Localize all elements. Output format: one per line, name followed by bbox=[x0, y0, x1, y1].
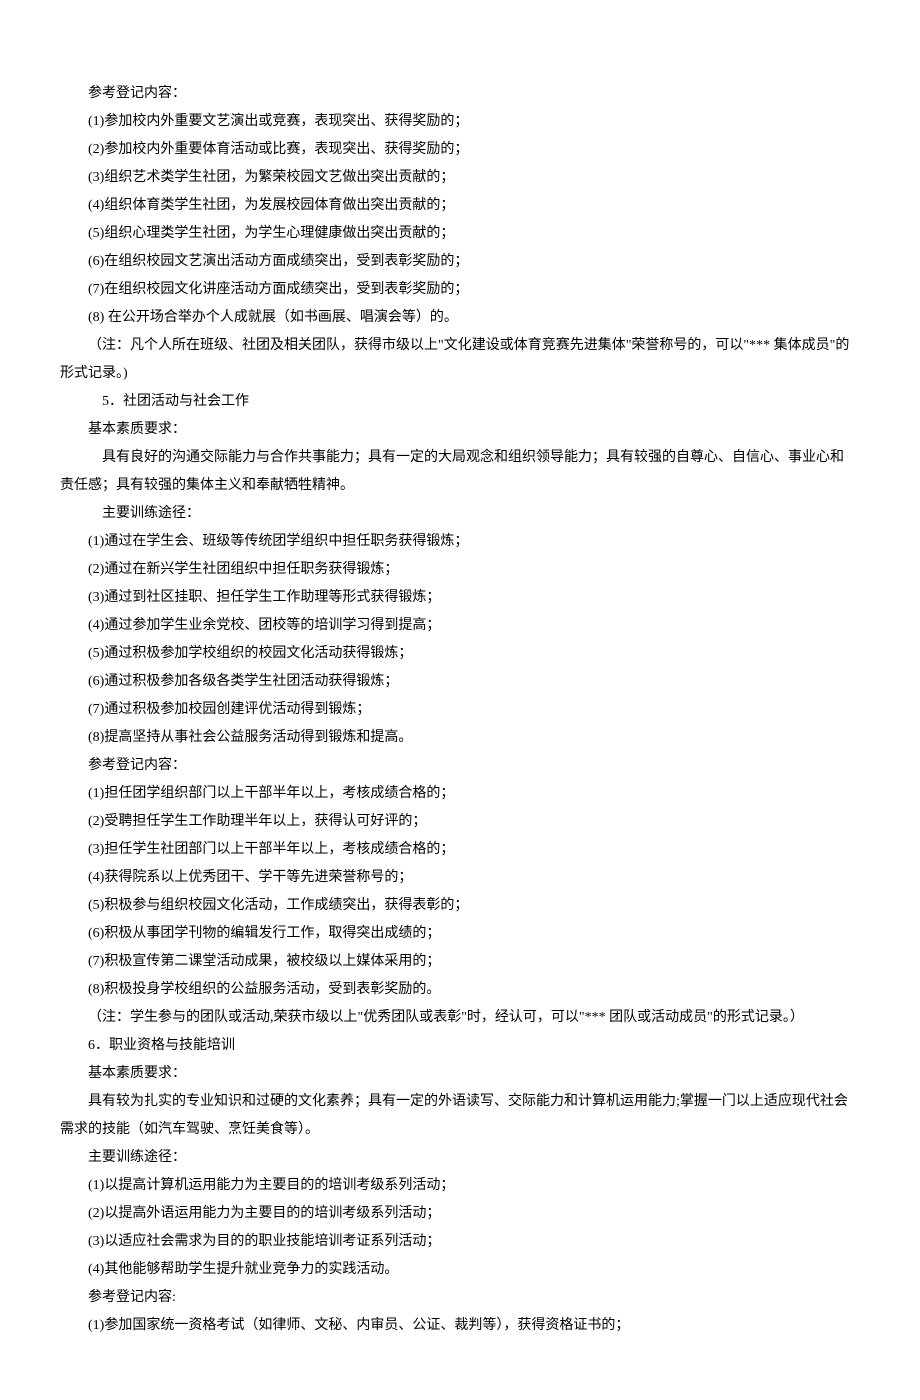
list-item: (1)通过在学生会、班级等传统团学组织中担任职务获得锻炼； bbox=[60, 528, 850, 556]
list-item: (3)担任学生社团部门以上干部半年以上，考核成绩合格的； bbox=[60, 836, 850, 864]
list-item: (8) 在公开场合举办个人成就展（如书画展、唱演会等）的。 bbox=[60, 304, 850, 332]
list-item: (5)积极参与组织校园文化活动，工作成绩突出，获得表彰的； bbox=[60, 892, 850, 920]
list-item: (2)以提高外语运用能力为主要目的的培训考级系列活动； bbox=[60, 1200, 850, 1228]
s5-basic-text: 具有良好的沟通交际能力与合作共事能力；具有一定的大局观念和组织领导能力；具有较强… bbox=[60, 444, 850, 500]
list-item: (4)组织体育类学生社团，为发展校园体育做出突出贡献的； bbox=[60, 192, 850, 220]
list-item: (4)获得院系以上优秀团干、学干等先进荣誉称号的； bbox=[60, 864, 850, 892]
list-item: (1)以提高计算机运用能力为主要目的的培训考级系列活动； bbox=[60, 1172, 850, 1200]
list-item: (6)通过积极参加各级各类学生社团活动获得锻炼； bbox=[60, 668, 850, 696]
list-item: (5)组织心理类学生社团，为学生心理健康做出突出贡献的； bbox=[60, 220, 850, 248]
list-item: (7)通过积极参加校园创建评优活动得到锻炼； bbox=[60, 696, 850, 724]
list-item: (5)通过积极参加学校组织的校园文化活动获得锻炼； bbox=[60, 640, 850, 668]
list-item: (6)积极从事团学刊物的编辑发行工作，取得突出成绩的； bbox=[60, 920, 850, 948]
s5-ref-title: 参考登记内容： bbox=[60, 752, 850, 780]
list-item: (8)提高坚持从事社会公益服务活动得到锻炼和提高。 bbox=[60, 724, 850, 752]
s4-note: （注：凡个人所在班级、社团及相关团队，获得市级以上"文化建设或体育竞赛先进集体"… bbox=[60, 332, 850, 388]
list-item: (3)组织艺术类学生社团，为繁荣校园文艺做出突出贡献的； bbox=[60, 164, 850, 192]
list-item: (1)参加校内外重要文艺演出或竞赛，表现突出、获得奖励的； bbox=[60, 108, 850, 136]
list-item: (6)在组织校园文艺演出活动方面成绩突出，受到表彰奖励的； bbox=[60, 248, 850, 276]
s5-title: 5．社团活动与社会工作 bbox=[60, 388, 850, 416]
s6-ref-title: 参考登记内容: bbox=[60, 1284, 850, 1312]
list-item: (2)参加校内外重要体育活动或比赛，表现突出、获得奖励的； bbox=[60, 136, 850, 164]
list-item: (7)积极宣传第二课堂活动成果，被校级以上媒体采用的； bbox=[60, 948, 850, 976]
list-item: (4)通过参加学生业余党校、团校等的培训学习得到提高； bbox=[60, 612, 850, 640]
list-item: (7)在组织校园文化讲座活动方面成绩突出，受到表彰奖励的； bbox=[60, 276, 850, 304]
list-item: (3)通过到社区挂职、担任学生工作助理等形式获得锻炼； bbox=[60, 584, 850, 612]
list-item: (8)积极投身学校组织的公益服务活动，受到表彰奖励的。 bbox=[60, 976, 850, 1004]
s6-basic-title: 基本素质要求： bbox=[60, 1060, 850, 1088]
list-item: (4)其他能够帮助学生提升就业竞争力的实践活动。 bbox=[60, 1256, 850, 1284]
s5-note: （注：学生参与的团队或活动,荣获市级以上"优秀团队或表彰"时，经认可，可以"**… bbox=[60, 1004, 850, 1032]
s4-ref-title: 参考登记内容： bbox=[60, 80, 850, 108]
s5-basic-title: 基本素质要求： bbox=[60, 416, 850, 444]
s6-train-title: 主要训练途径： bbox=[60, 1144, 850, 1172]
s6-basic-text: 具有较为扎实的专业知识和过硬的文化素养；具有一定的外语读写、交际能力和计算机运用… bbox=[60, 1088, 850, 1144]
list-item: (3)以适应社会需求为目的的职业技能培训考证系列活动； bbox=[60, 1228, 850, 1256]
list-item: (2)通过在新兴学生社团组织中担任职务获得锻炼； bbox=[60, 556, 850, 584]
list-item: (2)受聘担任学生工作助理半年以上，获得认可好评的； bbox=[60, 808, 850, 836]
list-item: (1)参加国家统一资格考试（如律师、文秘、内审员、公证、裁判等），获得资格证书的… bbox=[60, 1312, 850, 1340]
s5-train-title: 主要训练途径： bbox=[60, 500, 850, 528]
s6-title: 6．职业资格与技能培训 bbox=[60, 1032, 850, 1060]
list-item: (1)担任团学组织部门以上干部半年以上，考核成绩合格的； bbox=[60, 780, 850, 808]
